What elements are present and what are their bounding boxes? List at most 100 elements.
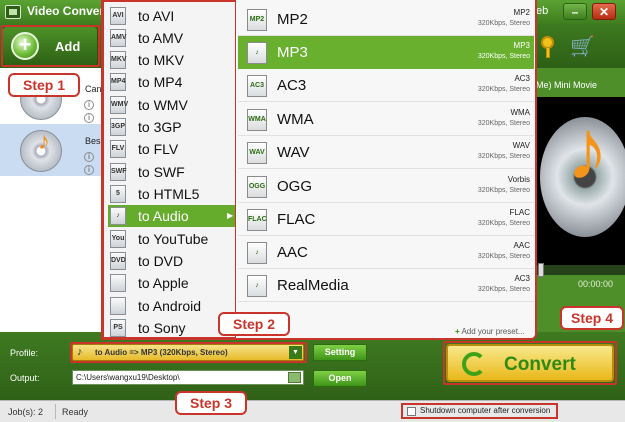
- playstation-icon: PS: [110, 319, 126, 337]
- menu-item-label: to Audio: [138, 208, 189, 224]
- menu-item-apple[interactable]: to Apple: [108, 272, 236, 294]
- menu-item-label: to WMV: [138, 97, 188, 113]
- android-icon: [110, 297, 126, 315]
- status-text: Ready: [62, 407, 89, 417]
- menu-item-dvd[interactable]: DVD to DVD: [108, 250, 236, 272]
- output-path-field[interactable]: C:\Users\wangxu19\Desktop\: [72, 370, 304, 385]
- format-name: WAV: [277, 144, 310, 161]
- info-icon[interactable]: i: [84, 165, 94, 175]
- step4-callout: Step 4: [560, 306, 624, 330]
- music-note-icon: ♪: [566, 102, 609, 198]
- menu-item-label: to MKV: [138, 52, 184, 68]
- apple-icon: [110, 274, 126, 292]
- format-item-wma[interactable]: WMA WMA WMA 320Kbps, Stereo: [238, 103, 534, 136]
- menu-item-label: to MP4: [138, 74, 183, 90]
- swf-icon: SWF: [110, 163, 127, 181]
- format-name: WMA: [277, 111, 314, 128]
- info-icon[interactable]: i: [84, 100, 94, 110]
- menu-item-flv[interactable]: FLV to FLV: [108, 138, 236, 160]
- minimize-button[interactable]: –: [563, 3, 587, 20]
- format-submenu: MP2 MP2 MP2 320Kbps, Stereo ♪ MP3 MP3 320Kbps,…: [235, 0, 537, 340]
- music-note-icon: ♪: [247, 242, 267, 264]
- output-path: C:\Users\wangxu19\Desktop\: [76, 373, 180, 382]
- menu-item-3gp[interactable]: 3GP to 3GP: [108, 116, 236, 138]
- format-rate: 320Kbps, Stereo: [477, 253, 530, 260]
- format-code: AAC: [513, 241, 530, 250]
- preview-title: Me) Mini Movie: [536, 80, 598, 90]
- add-icon: +: [455, 327, 460, 336]
- menu-item-swf[interactable]: SWF to SWF: [108, 161, 236, 183]
- format-item-aac[interactable]: ♪ AAC AAC 320Kbps, Stereo: [238, 236, 534, 269]
- menu-item-audio[interactable]: ♪ to Audio ▶: [108, 205, 236, 227]
- format-item-ogg[interactable]: OGG OGG Vorbis 320Kbps, Stereo: [238, 170, 534, 203]
- info-icon[interactable]: i: [84, 152, 94, 162]
- 3gp-icon: 3GP: [110, 118, 126, 136]
- title-fragment: eb: [536, 5, 549, 17]
- list-item[interactable]: ♪ Bes i i: [0, 124, 101, 176]
- format-name: AC3: [277, 77, 307, 94]
- key-icon[interactable]: [538, 36, 558, 58]
- mp2-icon: MP2: [247, 9, 267, 31]
- format-code: Vorbis: [507, 175, 530, 184]
- ac3-icon: AC3: [247, 75, 267, 97]
- menu-item-label: to DVD: [138, 253, 184, 269]
- shutdown-checkbox[interactable]: [407, 407, 416, 416]
- menu-item-avi[interactable]: AVI to AVI: [108, 5, 236, 27]
- format-name: OGG: [277, 178, 313, 195]
- format-name: MP3: [277, 44, 308, 61]
- format-rate: 320Kbps, Stereo: [477, 153, 530, 160]
- format-name: RealMedia: [277, 277, 349, 294]
- close-button[interactable]: ✕: [592, 3, 616, 20]
- format-rate: 320Kbps, Stereo: [477, 220, 530, 227]
- menu-item-label: to FLV: [138, 141, 179, 157]
- format-item-ac3[interactable]: AC3 AC3 AC3 320Kbps, Stereo: [238, 69, 534, 102]
- dvd-icon: DVD: [110, 252, 126, 270]
- info-icon[interactable]: i: [84, 113, 94, 123]
- divider: [55, 404, 56, 419]
- format-item-mp2[interactable]: MP2 MP2 MP2 320Kbps, Stereo: [238, 3, 534, 36]
- flv-icon: FLV: [110, 140, 126, 158]
- format-item-wav[interactable]: WAV WAV WAV 320Kbps, Stereo: [238, 136, 534, 169]
- menu-item-label: to Android: [138, 298, 202, 314]
- step2-callout: Step 2: [218, 312, 290, 336]
- menu-item-android[interactable]: to Android: [108, 295, 236, 317]
- menu-item-mp4[interactable]: MP4 to MP4: [108, 71, 236, 93]
- open-button[interactable]: Open: [313, 370, 367, 387]
- format-rate: 320Kbps, Stereo: [477, 286, 530, 293]
- menu-item-youtube[interactable]: You to YouTube: [108, 228, 236, 250]
- format-name: MP2: [277, 11, 308, 28]
- cart-icon[interactable]: 🛒: [570, 36, 595, 58]
- seek-bar[interactable]: [536, 265, 625, 275]
- seek-handle[interactable]: [538, 263, 544, 277]
- menu-item-html5[interactable]: 5 to HTML5: [108, 183, 236, 205]
- output-label: Output:: [10, 373, 40, 383]
- format-item-flac[interactable]: FLAC FLAC FLAC 320Kbps, Stereo: [238, 203, 534, 236]
- add-preset-link[interactable]: + Add your preset...: [455, 327, 525, 336]
- menu-item-wmv[interactable]: WMV to WMV: [108, 94, 236, 116]
- step1-callout: Step 1: [8, 73, 80, 97]
- job-count: Job(s): 2: [8, 407, 44, 417]
- menu-item-mkv[interactable]: MKV to MKV: [108, 49, 236, 71]
- format-item-realmedia[interactable]: ♪ RealMedia AC3 320Kbps, Stereo: [238, 269, 534, 302]
- list-toolbar-stub[interactable]: C: [82, 309, 89, 319]
- menu-item-label: to Apple: [138, 275, 189, 291]
- format-name: FLAC: [277, 211, 316, 228]
- menu-item-label: to AMV: [138, 30, 184, 46]
- format-code: AC3: [514, 274, 530, 283]
- shutdown-option[interactable]: Shutdown computer after conversion: [401, 403, 558, 419]
- menu-item-sony[interactable]: PS to Sony: [108, 317, 236, 339]
- folder-icon[interactable]: [288, 372, 301, 383]
- menu-item-label: to HTML5: [138, 186, 200, 202]
- setting-button[interactable]: Setting: [313, 344, 367, 361]
- category-menu: AVI to AVI AMV to AMV MKV to MKV MP4 to MP4 …: [101, 0, 236, 340]
- format-item-mp3[interactable]: ♪ MP3 MP3 320Kbps, Stereo: [238, 36, 534, 69]
- format-code: WMA: [510, 108, 530, 117]
- wma-icon: WMA: [247, 109, 267, 131]
- flac-icon: FLAC: [247, 209, 267, 231]
- step4-highlight: [443, 341, 617, 385]
- file-list[interactable]: ♪ Can i i ♪ Bes i i: [0, 68, 102, 332]
- menu-item-label: to Sony: [138, 320, 186, 336]
- menu-item-amv[interactable]: AMV to AMV: [108, 27, 236, 49]
- file-name: Can: [85, 84, 102, 94]
- menu-item-label: to YouTube: [138, 231, 209, 247]
